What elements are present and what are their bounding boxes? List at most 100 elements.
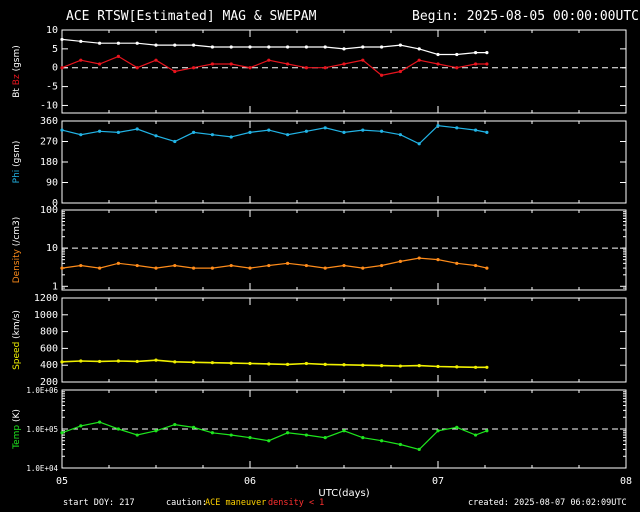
data-point-speed	[474, 365, 478, 369]
data-point-density	[79, 263, 83, 268]
data-point-bz	[192, 66, 196, 70]
data-point-bz	[60, 66, 64, 70]
data-point-density	[398, 259, 402, 263]
data-point-speed	[267, 362, 271, 366]
data-point-phi	[417, 142, 421, 146]
data-point-temp	[455, 425, 459, 429]
y-axis-label-name: Temp	[12, 425, 22, 450]
data-point-phi	[455, 126, 459, 130]
y-axis-label-temp: Temp (K)	[12, 409, 22, 450]
data-point-temp	[154, 429, 158, 433]
data-point-density	[304, 263, 308, 268]
data-point-speed	[135, 359, 139, 364]
data-point-phi	[474, 128, 478, 132]
data-point-density	[342, 263, 346, 268]
data-point-bz	[154, 58, 158, 62]
data-point-speed	[229, 361, 233, 365]
data-point-density	[485, 266, 489, 270]
data-point-phi	[79, 133, 83, 137]
y-axis-label-name: Phi	[12, 170, 22, 184]
data-point-density	[436, 258, 440, 262]
data-point-temp	[286, 431, 290, 435]
data-point-temp	[248, 436, 252, 440]
y-axis-label-unit: (km/s)	[12, 310, 22, 342]
data-point-density	[323, 266, 327, 270]
data-point-bz	[436, 62, 440, 66]
created-time: created: 2025-08-07 06:02:09UTC	[468, 498, 627, 508]
data-point-bz	[323, 66, 327, 70]
data-point-temp	[436, 429, 440, 433]
start-doy: start DOY: 217	[63, 498, 135, 508]
data-point-bz	[98, 62, 102, 66]
y-tick-label-density: 10	[46, 243, 58, 254]
data-point-phi	[304, 129, 308, 133]
y-tick-label-speed: 1000	[34, 310, 58, 321]
data-point-temp	[229, 433, 233, 437]
y-tick-label-speed: 800	[40, 327, 58, 338]
y-tick-label-phi: 180	[40, 157, 58, 168]
y-tick-label-mag: -5	[46, 82, 58, 93]
data-point-phi	[229, 135, 233, 139]
data-point-phi	[210, 133, 214, 137]
y-tick-label-speed: 400	[40, 360, 58, 371]
data-point-bz	[380, 73, 384, 77]
data-point-bz	[455, 66, 459, 70]
data-point-phi	[380, 129, 384, 133]
data-point-phi	[436, 123, 440, 128]
data-point-bt	[323, 45, 327, 49]
data-point-bt	[361, 45, 365, 49]
y-tick-label-mag: 0	[52, 63, 58, 74]
data-point-bt	[135, 41, 139, 45]
data-point-phi	[398, 133, 402, 137]
data-point-speed	[173, 360, 177, 364]
data-point-temp	[135, 433, 139, 437]
data-point-temp	[474, 433, 478, 437]
data-point-phi	[323, 126, 327, 130]
data-point-temp	[210, 431, 214, 435]
data-point-bt	[267, 45, 271, 49]
y-tick-label-phi: 270	[40, 137, 58, 148]
data-point-temp	[267, 439, 271, 443]
data-point-temp	[323, 436, 327, 440]
data-point-speed	[417, 364, 421, 368]
data-point-temp	[342, 429, 346, 433]
data-point-bt	[154, 43, 158, 47]
ace-maneuver-note: ACE maneuver	[205, 498, 267, 508]
y-axis-label-unit: (gsm)	[12, 141, 22, 170]
data-point-speed	[248, 361, 252, 366]
data-point-density	[474, 263, 478, 268]
data-point-speed	[342, 363, 346, 367]
data-point-speed	[485, 365, 489, 369]
data-point-bz	[135, 66, 139, 70]
data-point-temp	[485, 429, 489, 433]
data-point-bz	[474, 62, 478, 66]
data-point-bt	[304, 45, 308, 49]
data-point-bt	[79, 39, 83, 43]
data-point-phi	[286, 133, 290, 137]
data-point-bt	[229, 45, 233, 49]
data-point-density	[116, 261, 120, 265]
density-note: density < 1	[268, 498, 325, 508]
data-point-temp	[79, 424, 83, 428]
y-tick-label-mag: 5	[52, 44, 58, 55]
data-point-phi	[135, 127, 139, 131]
data-point-temp	[304, 433, 308, 437]
data-point-phi	[154, 134, 158, 138]
data-point-density	[455, 261, 459, 265]
y-tick-label-speed: 1200	[34, 293, 58, 304]
data-point-phi	[267, 128, 271, 132]
data-point-phi	[116, 130, 120, 134]
data-point-temp	[116, 427, 120, 431]
data-point-bt	[436, 52, 440, 57]
x-tick-label: 07	[432, 476, 444, 487]
data-point-temp	[380, 439, 384, 443]
data-point-speed	[98, 359, 102, 364]
data-point-density	[286, 261, 290, 265]
data-point-bz	[248, 66, 252, 70]
data-point-bt	[116, 41, 120, 45]
x-tick-label: 08	[620, 476, 632, 487]
ace-rtsw-plot: 1050-5-10Bt Bz (gsm)360270180900Phi (gsm…	[0, 0, 640, 512]
y-tick-label-mag: 10	[46, 25, 58, 36]
data-point-bt	[286, 45, 290, 49]
data-point-bz	[173, 69, 177, 74]
